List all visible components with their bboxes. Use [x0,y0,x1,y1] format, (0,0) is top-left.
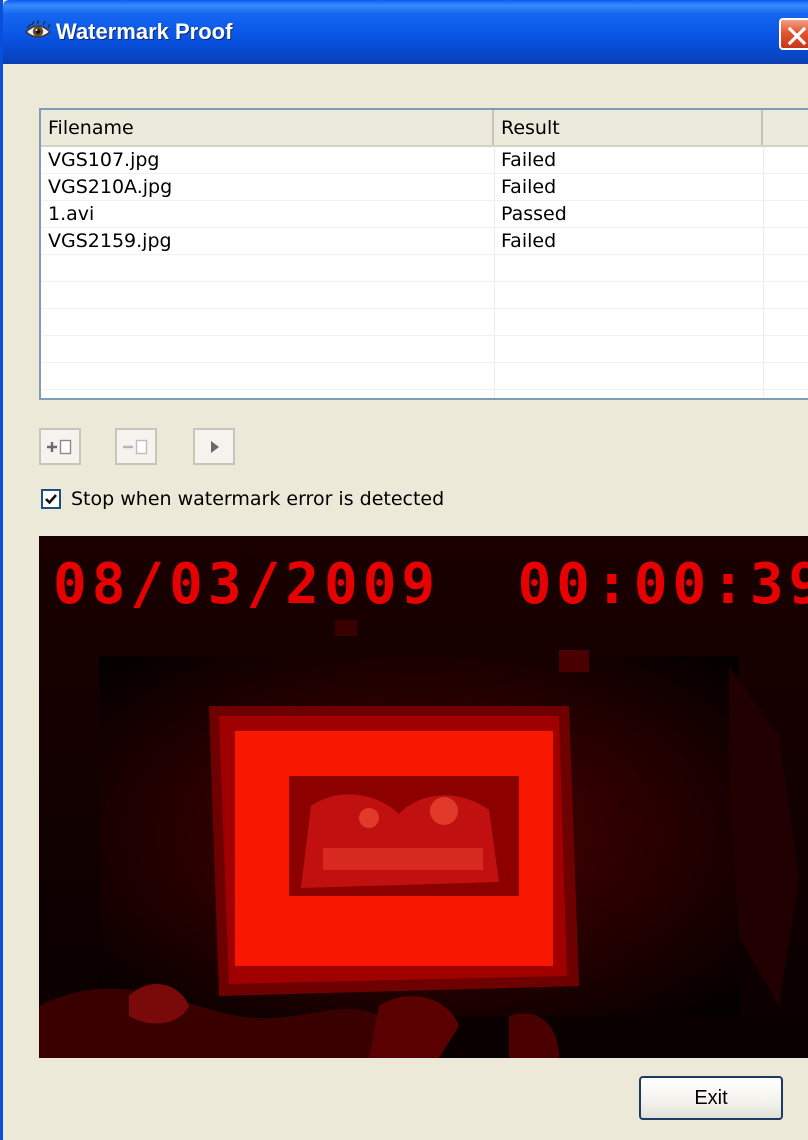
table-row[interactable]: 1.avi Passed [41,201,808,228]
exit-button[interactable]: Exit [639,1076,783,1120]
checkmark-icon [45,494,57,505]
stop-on-error-checkbox[interactable] [41,489,61,509]
play-icon [211,441,219,453]
remove-file-icon [123,439,148,455]
empty-row [41,336,808,363]
column-header-filename[interactable]: Filename [41,110,494,145]
watermark-proof-window: Watermark Proof Filename Result VGS107.j… [0,0,808,1140]
video-timestamp-overlay: 08/03/2009 00:00:39 [53,550,808,620]
result-cell: Failed [501,149,557,171]
video-preview: 08/03/2009 00:00:39 [39,536,808,1058]
filename-cell: VGS107.jpg [48,149,160,171]
empty-row [41,390,808,398]
table-row[interactable]: VGS210A.jpg Failed [41,174,808,201]
result-cell: Passed [501,203,567,225]
column-header-filler [763,110,808,145]
filename-cell: VGS2159.jpg [48,230,172,252]
file-list[interactable]: Filename Result VGS107.jpg Failed VGS210… [39,108,808,400]
stop-on-error-label[interactable]: Stop when watermark error is detected [71,484,444,514]
osd-date: 08/03/2009 [53,552,441,617]
empty-row [41,282,808,309]
empty-row [41,309,808,336]
file-list-header: Filename Result [41,110,808,147]
filename-cell: 1.avi [48,203,95,225]
add-file-button[interactable] [39,428,81,465]
close-icon [787,26,807,46]
filename-cell: VGS210A.jpg [48,176,173,198]
empty-row [41,255,808,282]
file-list-body: VGS107.jpg Failed VGS210A.jpg Failed 1.a… [41,147,808,398]
table-row[interactable]: VGS2159.jpg Failed [41,228,808,255]
window-title: Watermark Proof [56,19,233,44]
osd-time: 00:00:39 [517,552,808,617]
table-row[interactable]: VGS107.jpg Failed [41,147,808,174]
result-cell: Failed [501,176,557,198]
result-cell: Failed [501,230,557,252]
remove-file-button[interactable] [115,428,157,465]
title-bar[interactable]: Watermark Proof [3,0,808,64]
add-file-icon [47,439,72,455]
empty-row [41,363,808,390]
close-button[interactable] [779,18,808,50]
play-button[interactable] [193,428,235,465]
column-header-result[interactable]: Result [494,110,763,145]
eye-icon [24,19,52,43]
